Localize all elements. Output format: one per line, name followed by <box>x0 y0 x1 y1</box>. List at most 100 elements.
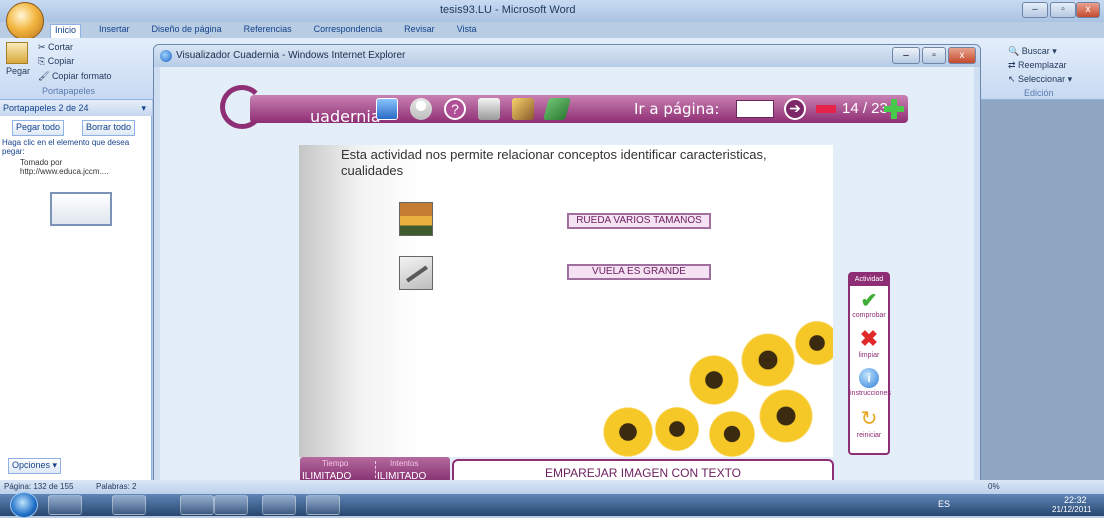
activity-instruction: Esta actividad nos permite relacionar co… <box>341 147 767 178</box>
clipboard-item-1[interactable]: Tomado por http://www.educa.jccm.... <box>6 158 150 176</box>
ie-window-title: Visualizador Cuadernia - Windows Interne… <box>176 50 406 61</box>
tab-revisar[interactable]: Revisar <box>400 24 439 38</box>
user-icon[interactable] <box>410 98 432 120</box>
logo-text: uadernia <box>310 107 381 126</box>
clock-date[interactable]: 21/12/2011 <box>1052 505 1091 514</box>
clipboard-pane-title: Portapapeles 2 de 24 <box>3 103 89 113</box>
cuadernia-toolbar: uadernia ? Ir a página: ➔ 14 / 23 <box>220 85 908 129</box>
ribbon-tabs: Inicio Insertar Diseño de página Referen… <box>50 24 481 38</box>
clipboard-item-2-thumbnail[interactable] <box>50 192 112 226</box>
word-taskbar-icon[interactable] <box>262 495 296 515</box>
restart-label[interactable]: reiniciar <box>850 432 888 439</box>
tab-inicio[interactable]: Inicio <box>50 24 82 38</box>
clock-time[interactable]: 22:32 <box>1064 495 1087 505</box>
clipboard-item-1-line1: Tomado por <box>20 158 63 167</box>
cut-label: Cortar <box>48 42 74 52</box>
paste-label[interactable]: Pegar <box>6 66 30 76</box>
toolbar-bar: uadernia ? Ir a página: ➔ 14 / 23 <box>250 95 908 126</box>
replace-button[interactable]: ⇄ Reemplazar <box>1008 60 1067 71</box>
activity-panel-header: Actividad <box>850 274 888 286</box>
activity-panel: Actividad ✔ comprobar ✖ limpiar i instru… <box>848 272 891 455</box>
instructions-label[interactable]: instrucciones <box>850 390 891 397</box>
cuadernia-viewer: uadernia ? Ir a página: ➔ 14 / 23 Esta a… <box>160 67 974 487</box>
clipboard-item-1-line2: http://www.educa.jccm.... <box>20 167 109 176</box>
paste-all-button[interactable]: Pegar todo <box>12 120 65 136</box>
clear-icon[interactable]: ✖ <box>858 328 880 350</box>
cuadernia-taskbar-icon[interactable] <box>306 495 340 515</box>
page-counter: 14 / 23 <box>842 100 888 117</box>
next-page-plus-icon[interactable] <box>884 99 904 119</box>
word-close-button[interactable]: x <box>1076 2 1100 18</box>
screen-icon[interactable] <box>376 98 398 120</box>
status-page[interactable]: Página: 132 de 155 <box>4 482 73 491</box>
time-label: Tiempo <box>322 459 349 468</box>
select-button[interactable]: ↖ Seleccionar ▾ <box>1008 74 1072 85</box>
ie-maximize-button[interactable]: ▫ <box>922 47 946 64</box>
tab-vista[interactable]: Vista <box>453 24 481 38</box>
info-icon[interactable]: i <box>859 368 879 388</box>
ie-title-bar: Visualizador Cuadernia - Windows Interne… <box>154 45 980 67</box>
status-words[interactable]: Palabras: 2 <box>96 482 136 491</box>
airplane-image[interactable] <box>399 256 433 290</box>
pane-menu-icon[interactable]: ▾ <box>141 103 146 114</box>
go-arrow-icon[interactable]: ➔ <box>784 98 806 120</box>
start-button[interactable] <box>10 492 38 518</box>
clipboard-pane: Portapapeles 2 de 24 ▾ Pegar todo Borrar… <box>0 100 152 480</box>
ie-close-button[interactable]: x <box>948 47 976 64</box>
ie-window: Visualizador Cuadernia - Windows Interne… <box>153 44 981 487</box>
ie-minimize-button[interactable]: – <box>892 47 920 64</box>
bus-image[interactable] <box>399 202 433 236</box>
check-label[interactable]: comprobar <box>850 312 888 319</box>
text-label-2[interactable]: VUELA ES GRANDE <box>567 264 711 280</box>
word-window-title: tesis93.LU - Microsoft Word <box>440 4 576 16</box>
copy-format-button[interactable]: 🖌 Copiar formato <box>38 71 111 82</box>
options-button[interactable]: Opciones ▾ <box>8 458 62 474</box>
brush-icon[interactable] <box>512 98 534 120</box>
help-icon[interactable]: ? <box>444 98 466 120</box>
edit-group-label: Edición <box>1024 88 1054 98</box>
word-title-bar: tesis93.LU - Microsoft Word – ▫ x <box>0 0 1104 22</box>
replace-label: Reemplazar <box>1018 60 1067 70</box>
goto-page-label: Ir a página: <box>634 100 720 118</box>
edit-group: 🔍 Buscar ▾ ⇄ Reemplazar ↖ Seleccionar ▾ … <box>986 38 1104 100</box>
find-label: Buscar <box>1021 46 1050 56</box>
check-icon[interactable]: ✔ <box>858 291 880 311</box>
cut-button[interactable]: ✂ Cortar <box>38 42 73 53</box>
tab-correspondencia[interactable]: Correspondencia <box>310 24 387 38</box>
cuadernia-logo <box>220 85 264 129</box>
pane-instruction: Haga clic en el elemento que desea pegar… <box>2 138 130 156</box>
clipboard-group-label: Portapapeles <box>42 86 96 96</box>
bookmark-icon[interactable] <box>543 98 571 120</box>
copy-format-label: Copiar formato <box>51 71 112 81</box>
copy-button[interactable]: ⎘ Copiar <box>38 56 74 67</box>
previous-page-minus-icon[interactable] <box>816 105 836 113</box>
explorer-taskbar-icon[interactable] <box>112 495 146 515</box>
word-maximize-button[interactable]: ▫ <box>1050 2 1076 18</box>
options-label: Opciones <box>12 460 51 470</box>
word-status-bar: Página: 132 de 155 Palabras: 2 0% <box>0 480 1104 494</box>
clear-label[interactable]: limpiar <box>850 352 888 359</box>
word-minimize-button[interactable]: – <box>1022 2 1048 18</box>
office-button[interactable] <box>6 2 44 40</box>
copy-label: Copiar <box>47 56 75 66</box>
media-taskbar-icon[interactable] <box>180 495 214 515</box>
ie-icon <box>160 50 172 62</box>
restart-icon[interactable]: ↻ <box>858 408 880 430</box>
tab-diseno[interactable]: Diseño de página <box>148 24 226 38</box>
clear-all-button[interactable]: Borrar todo <box>82 120 136 136</box>
tries-label: Intentos <box>390 459 419 468</box>
text-label-1[interactable]: RUEDA VARIOS TAMAÑOS <box>567 213 711 229</box>
print-icon[interactable] <box>478 98 500 120</box>
tab-referencias[interactable]: Referencias <box>240 24 296 38</box>
tab-insertar[interactable]: Insertar <box>95 24 134 38</box>
word-document-edge <box>974 100 1104 480</box>
find-button[interactable]: 🔍 Buscar ▾ <box>1008 46 1057 57</box>
paste-icon[interactable] <box>6 42 28 64</box>
goto-page-input[interactable] <box>736 100 774 118</box>
paste-all-label: Pegar todo <box>16 122 61 132</box>
activity-page: Esta actividad nos permite relacionar co… <box>299 145 833 457</box>
ie-taskbar-icon[interactable] <box>48 495 82 515</box>
language-indicator[interactable]: ES <box>938 499 950 509</box>
network-taskbar-icon[interactable] <box>214 495 248 515</box>
status-zoom[interactable]: 0% <box>988 482 1000 491</box>
